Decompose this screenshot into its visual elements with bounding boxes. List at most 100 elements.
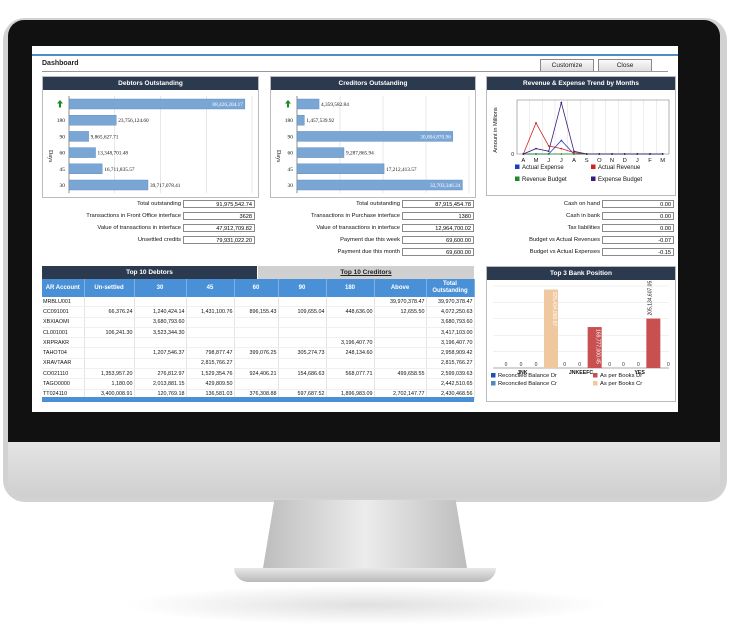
table-cell <box>374 378 427 390</box>
table-column-header[interactable]: AR Account <box>42 279 85 297</box>
table-cell <box>278 378 327 390</box>
table-row[interactable]: CO021110 1,353,957.20 276,812.97 1,529,354.… <box>42 368 475 380</box>
creditors-tick-label: 60 <box>288 151 294 157</box>
bank-panel: Top 3 Bank Position 0 0 0 325,434,060.87 JNK… <box>486 266 676 402</box>
table-cell: 3,680,793.60 <box>134 317 187 328</box>
table-cell: 305,274.73 <box>278 347 327 359</box>
trend-summary-value: 0.00 <box>602 224 674 232</box>
tab-top-10-debtors[interactable]: Top 10 Debtors <box>42 266 257 279</box>
bank-legend-label: As per Books Cr <box>600 381 642 387</box>
bank-bar-label: 169,777,000.45 <box>595 329 601 364</box>
table-cell <box>234 297 279 308</box>
table-scrollbar[interactable] <box>42 397 474 402</box>
bank-zero-label: 0 <box>505 362 508 368</box>
debtors-tick-label: 90 <box>60 134 66 140</box>
table-cell <box>234 378 279 390</box>
table-row[interactable]: TAHOT04 1,207,546.37 798,877.47 399,076.25 3… <box>42 347 475 359</box>
table-column-header[interactable]: Above <box>374 279 427 297</box>
trend-month-label: J <box>560 158 563 164</box>
table-row[interactable]: CC091001 66,376.24 1,240,424.14 1,431,100.7… <box>42 306 475 318</box>
debtors-data-label: 39,717,078.41 <box>150 183 181 189</box>
creditors-panel: Creditors Outstanding Days 4,359,582.84 18… <box>270 76 476 198</box>
bank-bar-label: 205,134,607.05 <box>647 281 653 316</box>
table-cell: 3,417,103.00 <box>426 327 475 339</box>
debtors-bar <box>68 115 117 126</box>
bank-zero-label: 0 <box>667 362 670 368</box>
table-row[interactable]: TAGO0000 1,180.00 2,013,881.15 429,809.50 2,… <box>42 378 475 390</box>
trend-summary-label: Cash on hand <box>563 201 600 207</box>
trend-legend-label: Expense Budget <box>598 177 642 183</box>
table-cell: 66,376.24 <box>84 306 135 318</box>
table-row[interactable]: MRBLU001 39,970,378.47 39,970,378.47 <box>42 297 475 308</box>
table-cell <box>234 327 279 339</box>
table-cell: 154,686.63 <box>278 368 327 380</box>
table-cell: 1,529,354.76 <box>186 368 235 380</box>
creditors-data-label: 4,359,582.84 <box>321 102 349 108</box>
bank-zero-label: 0 <box>622 362 625 368</box>
trend-month-label: A <box>572 158 576 164</box>
table-column-header[interactable]: 60 <box>234 279 279 297</box>
table-cell: XBXIAOMI <box>42 317 85 328</box>
bank-category-label: JNKEEFC <box>569 370 593 376</box>
table-row[interactable]: CL001001 106,241.30 3,523,344.30 3,417,103.… <box>42 327 475 339</box>
table-cell <box>326 327 375 339</box>
table-cell: 39,970,378.47 <box>374 297 427 308</box>
trend-point <box>547 153 550 155</box>
debtors-summary-label: Transactions in Front Office interface <box>86 213 181 219</box>
table-cell: 3,523,344.30 <box>134 327 187 339</box>
table-column-header[interactable]: 45 <box>186 279 235 297</box>
top-accent-line <box>32 54 678 56</box>
tab-top-10-creditors[interactable]: Top 10 Creditors <box>258 266 474 279</box>
trend-point <box>535 122 537 124</box>
trend-point <box>623 153 626 155</box>
trend-point <box>661 153 664 155</box>
trend-legend-swatch <box>515 164 520 169</box>
trend-summary-label: Cash in bank <box>566 213 600 219</box>
trend-month-label: A <box>521 158 525 164</box>
table-cell: 499,658.55 <box>374 368 427 380</box>
creditors-axis-label: Days <box>275 150 281 163</box>
trend-point <box>585 153 588 155</box>
table-cell <box>84 317 135 328</box>
debtors-summary-label: Total outstanding <box>137 201 181 207</box>
page-title: Dashboard <box>42 60 79 67</box>
table-column-header[interactable]: 90 <box>278 279 327 297</box>
creditors-tick-label: 90 <box>288 134 294 140</box>
trend-legend-swatch <box>515 176 520 181</box>
trend-point <box>611 153 613 155</box>
table-cell <box>186 297 235 308</box>
debtors-panel: Debtors Outstanding Days 88,426,204.17 180… <box>42 76 259 198</box>
table-cell <box>186 337 235 349</box>
table-cell: 896,155.43 <box>234 306 279 318</box>
trend-point <box>560 147 563 150</box>
creditors-data-label: 30,804,870.96 <box>420 134 451 140</box>
table-row[interactable]: XRAVTAAR 2,815,766.27 2,815,766.27 <box>42 358 475 370</box>
table-row[interactable]: XBXIAOMI 3,680,793.60 3,680,793.60 <box>42 317 475 328</box>
creditors-data-label: 1,457,539.92 <box>306 118 334 124</box>
table-cell: XRPRAKR <box>42 337 85 349</box>
trend-legend-label: Revenue Budget <box>522 177 567 183</box>
trend-y-tick: 0 <box>511 152 514 158</box>
table-cell: CO021110 <box>42 368 85 380</box>
table-cell <box>234 337 279 349</box>
table-column-header[interactable]: 30 <box>134 279 187 297</box>
debtors-tick-label: 180 <box>57 118 66 124</box>
debtors-bar <box>68 147 96 158</box>
trend-summary-label: Tax liabilities <box>567 225 600 231</box>
debtors-axis-label: Days <box>47 150 53 163</box>
debtors-bar-chart: Days 88,426,204.17 180 23,756,124.60 90 9,865… <box>47 96 253 194</box>
table-cell <box>234 358 279 370</box>
table-column-header[interactable]: Un-settled <box>84 279 135 297</box>
table-column-header[interactable]: Total Outstanding <box>426 279 475 297</box>
table-cell <box>84 297 135 308</box>
table-row[interactable]: XRPRAKR 3,196,407.70 3,196,407.70 <box>42 337 475 349</box>
table-column-header[interactable]: 180 <box>326 279 375 297</box>
trend-y-axis-label: Amount in Millions <box>493 107 499 153</box>
creditors-arrow-up-icon <box>285 100 291 108</box>
bank-legend-label: Reconciled Balance Cr <box>498 381 557 387</box>
creditors-data-label: 9,287,865.94 <box>346 151 374 157</box>
table-cell: 568,077.71 <box>326 368 375 380</box>
table-cell: 1,240,424.14 <box>134 306 187 318</box>
debtors-data-label: 23,756,124.60 <box>118 118 149 124</box>
trend-month-label: F <box>648 158 652 164</box>
